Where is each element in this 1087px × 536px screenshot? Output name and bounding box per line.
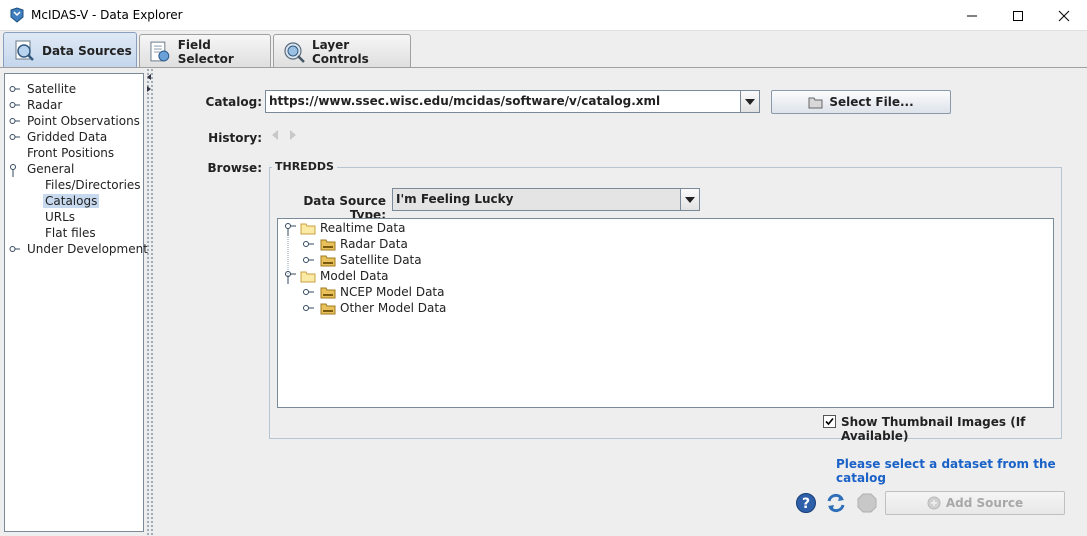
thredds-group-title: THREDDS <box>272 160 337 173</box>
thredds-node-realtime-data[interactable]: Realtime Data <box>282 220 405 236</box>
tree-item-radar[interactable]: Radar <box>9 97 64 113</box>
folder-open-icon <box>808 97 823 109</box>
browse-label: Browse: <box>207 161 262 175</box>
thredds-node-model-data[interactable]: Model Data <box>282 268 389 284</box>
history-back-icon[interactable] <box>270 128 280 142</box>
status-message: Please select a dataset from the catalog <box>836 457 1056 485</box>
tab-label: Field Selector <box>177 37 234 66</box>
field-selector-icon <box>150 41 170 61</box>
folder-open-icon <box>300 223 316 235</box>
tree-item-point-observations[interactable]: Point Observations <box>9 113 142 129</box>
tab-layer-controls[interactable]: Layer Controls <box>273 34 411 68</box>
data-sources-panel: Satellite Radar Point Observations Gridd… <box>0 67 1087 536</box>
tree-expand-icon <box>9 118 20 124</box>
thredds-node-satellite-data[interactable]: Satellite Data <box>302 252 422 268</box>
tree-collapse-icon <box>285 271 296 284</box>
maximize-button[interactable] <box>995 0 1041 31</box>
chevron-down-icon <box>745 98 755 105</box>
checkmark-icon <box>825 417 834 426</box>
tab-field-selector[interactable]: Field Selector <box>139 34 271 68</box>
tree-expand-icon <box>303 289 314 295</box>
splitter-arrows[interactable] <box>145 72 153 97</box>
tree-expand-icon <box>9 134 20 140</box>
minimize-button[interactable] <box>949 0 995 31</box>
tree-collapse-icon <box>10 164 16 177</box>
data-source-type-value: I'm Feeling Lucky <box>396 192 514 206</box>
tree-expand-icon <box>9 102 20 108</box>
mcidas-app-icon <box>10 7 24 23</box>
title-bar: McIDAS-V - Data Explorer <box>0 0 1087 31</box>
folder-icon <box>320 287 336 299</box>
folder-icon <box>320 255 336 267</box>
refresh-icon[interactable] <box>825 492 847 514</box>
tree-expand-icon <box>303 305 314 311</box>
history-forward-icon[interactable] <box>288 128 298 142</box>
tab-label: Layer Controls <box>311 37 369 66</box>
add-source-icon <box>927 496 941 510</box>
tab-data-sources[interactable]: Data Sources <box>3 32 137 68</box>
tree-item-catalogs[interactable]: Catalogs <box>43 193 100 209</box>
tree-item-general[interactable]: General <box>9 161 76 177</box>
catalog-url-combobox[interactable]: https://www.ssec.wisc.edu/mcidas/softwar… <box>265 90 760 113</box>
layer-controls-icon <box>284 41 305 63</box>
thredds-node-radar-data[interactable]: Radar Data <box>302 236 408 252</box>
show-thumbnails-label[interactable]: Show Thumbnail Images (If Available) <box>841 415 1087 443</box>
tab-strip: Data Sources Field Selector Layer Contro… <box>0 31 1087 68</box>
folder-open-icon <box>300 271 316 283</box>
tree-item-front-positions[interactable]: Front Positions <box>9 145 116 161</box>
tree-expand-icon <box>9 246 20 252</box>
thredds-node-ncep-model-data[interactable]: NCEP Model Data <box>302 284 444 300</box>
data-source-type-combobox[interactable]: I'm Feeling Lucky <box>392 188 700 211</box>
tree-item-under-development[interactable]: Under Development <box>9 241 150 257</box>
catalog-url-value: https://www.ssec.wisc.edu/mcidas/softwar… <box>269 94 661 108</box>
select-file-button[interactable]: Select File... <box>771 90 951 114</box>
close-button[interactable] <box>1041 0 1087 31</box>
data-source-type-dropdown-button[interactable] <box>680 189 699 210</box>
stop-icon[interactable] <box>856 492 878 514</box>
tree-expand-icon <box>303 257 314 263</box>
tree-item-satellite[interactable]: Satellite <box>9 81 78 97</box>
split-pane-divider[interactable] <box>146 68 154 536</box>
tree-item-files-directories[interactable]: Files/Directories <box>43 177 143 193</box>
catalog-label: Catalog: <box>205 95 262 109</box>
data-sources-icon <box>15 40 34 61</box>
svg-text:?: ? <box>802 496 810 512</box>
tab-label: Data Sources <box>42 43 132 58</box>
window-title: McIDAS-V - Data Explorer <box>31 8 183 22</box>
splitter-arrow-icon <box>147 74 151 92</box>
help-icon[interactable]: ? <box>795 492 817 514</box>
tree-collapse-icon <box>285 223 296 236</box>
folder-icon <box>320 239 336 251</box>
tree-item-flat-files[interactable]: Flat files <box>43 225 98 241</box>
tree-item-urls[interactable]: URLs <box>43 209 77 225</box>
add-source-button[interactable]: Add Source <box>885 491 1065 515</box>
catalog-dropdown-button[interactable] <box>740 91 759 112</box>
history-label: History: <box>208 131 262 145</box>
tree-expand-icon <box>303 241 314 247</box>
thredds-node-other-model-data[interactable]: Other Model Data <box>302 300 446 316</box>
tree-expand-icon <box>9 86 20 92</box>
data-source-type-tree[interactable]: Satellite Radar Point Observations Gridd… <box>4 73 148 532</box>
folder-icon <box>320 303 336 315</box>
close-icon <box>1058 10 1070 21</box>
show-thumbnails-checkbox[interactable] <box>823 415 836 428</box>
thredds-catalog-tree[interactable]: Realtime Data Radar Data Satellite Data … <box>277 218 1054 408</box>
maximize-icon <box>1013 10 1023 21</box>
tree-item-gridded-data[interactable]: Gridded Data <box>9 129 109 145</box>
minimize-icon <box>967 15 977 16</box>
chevron-down-icon <box>685 196 695 203</box>
